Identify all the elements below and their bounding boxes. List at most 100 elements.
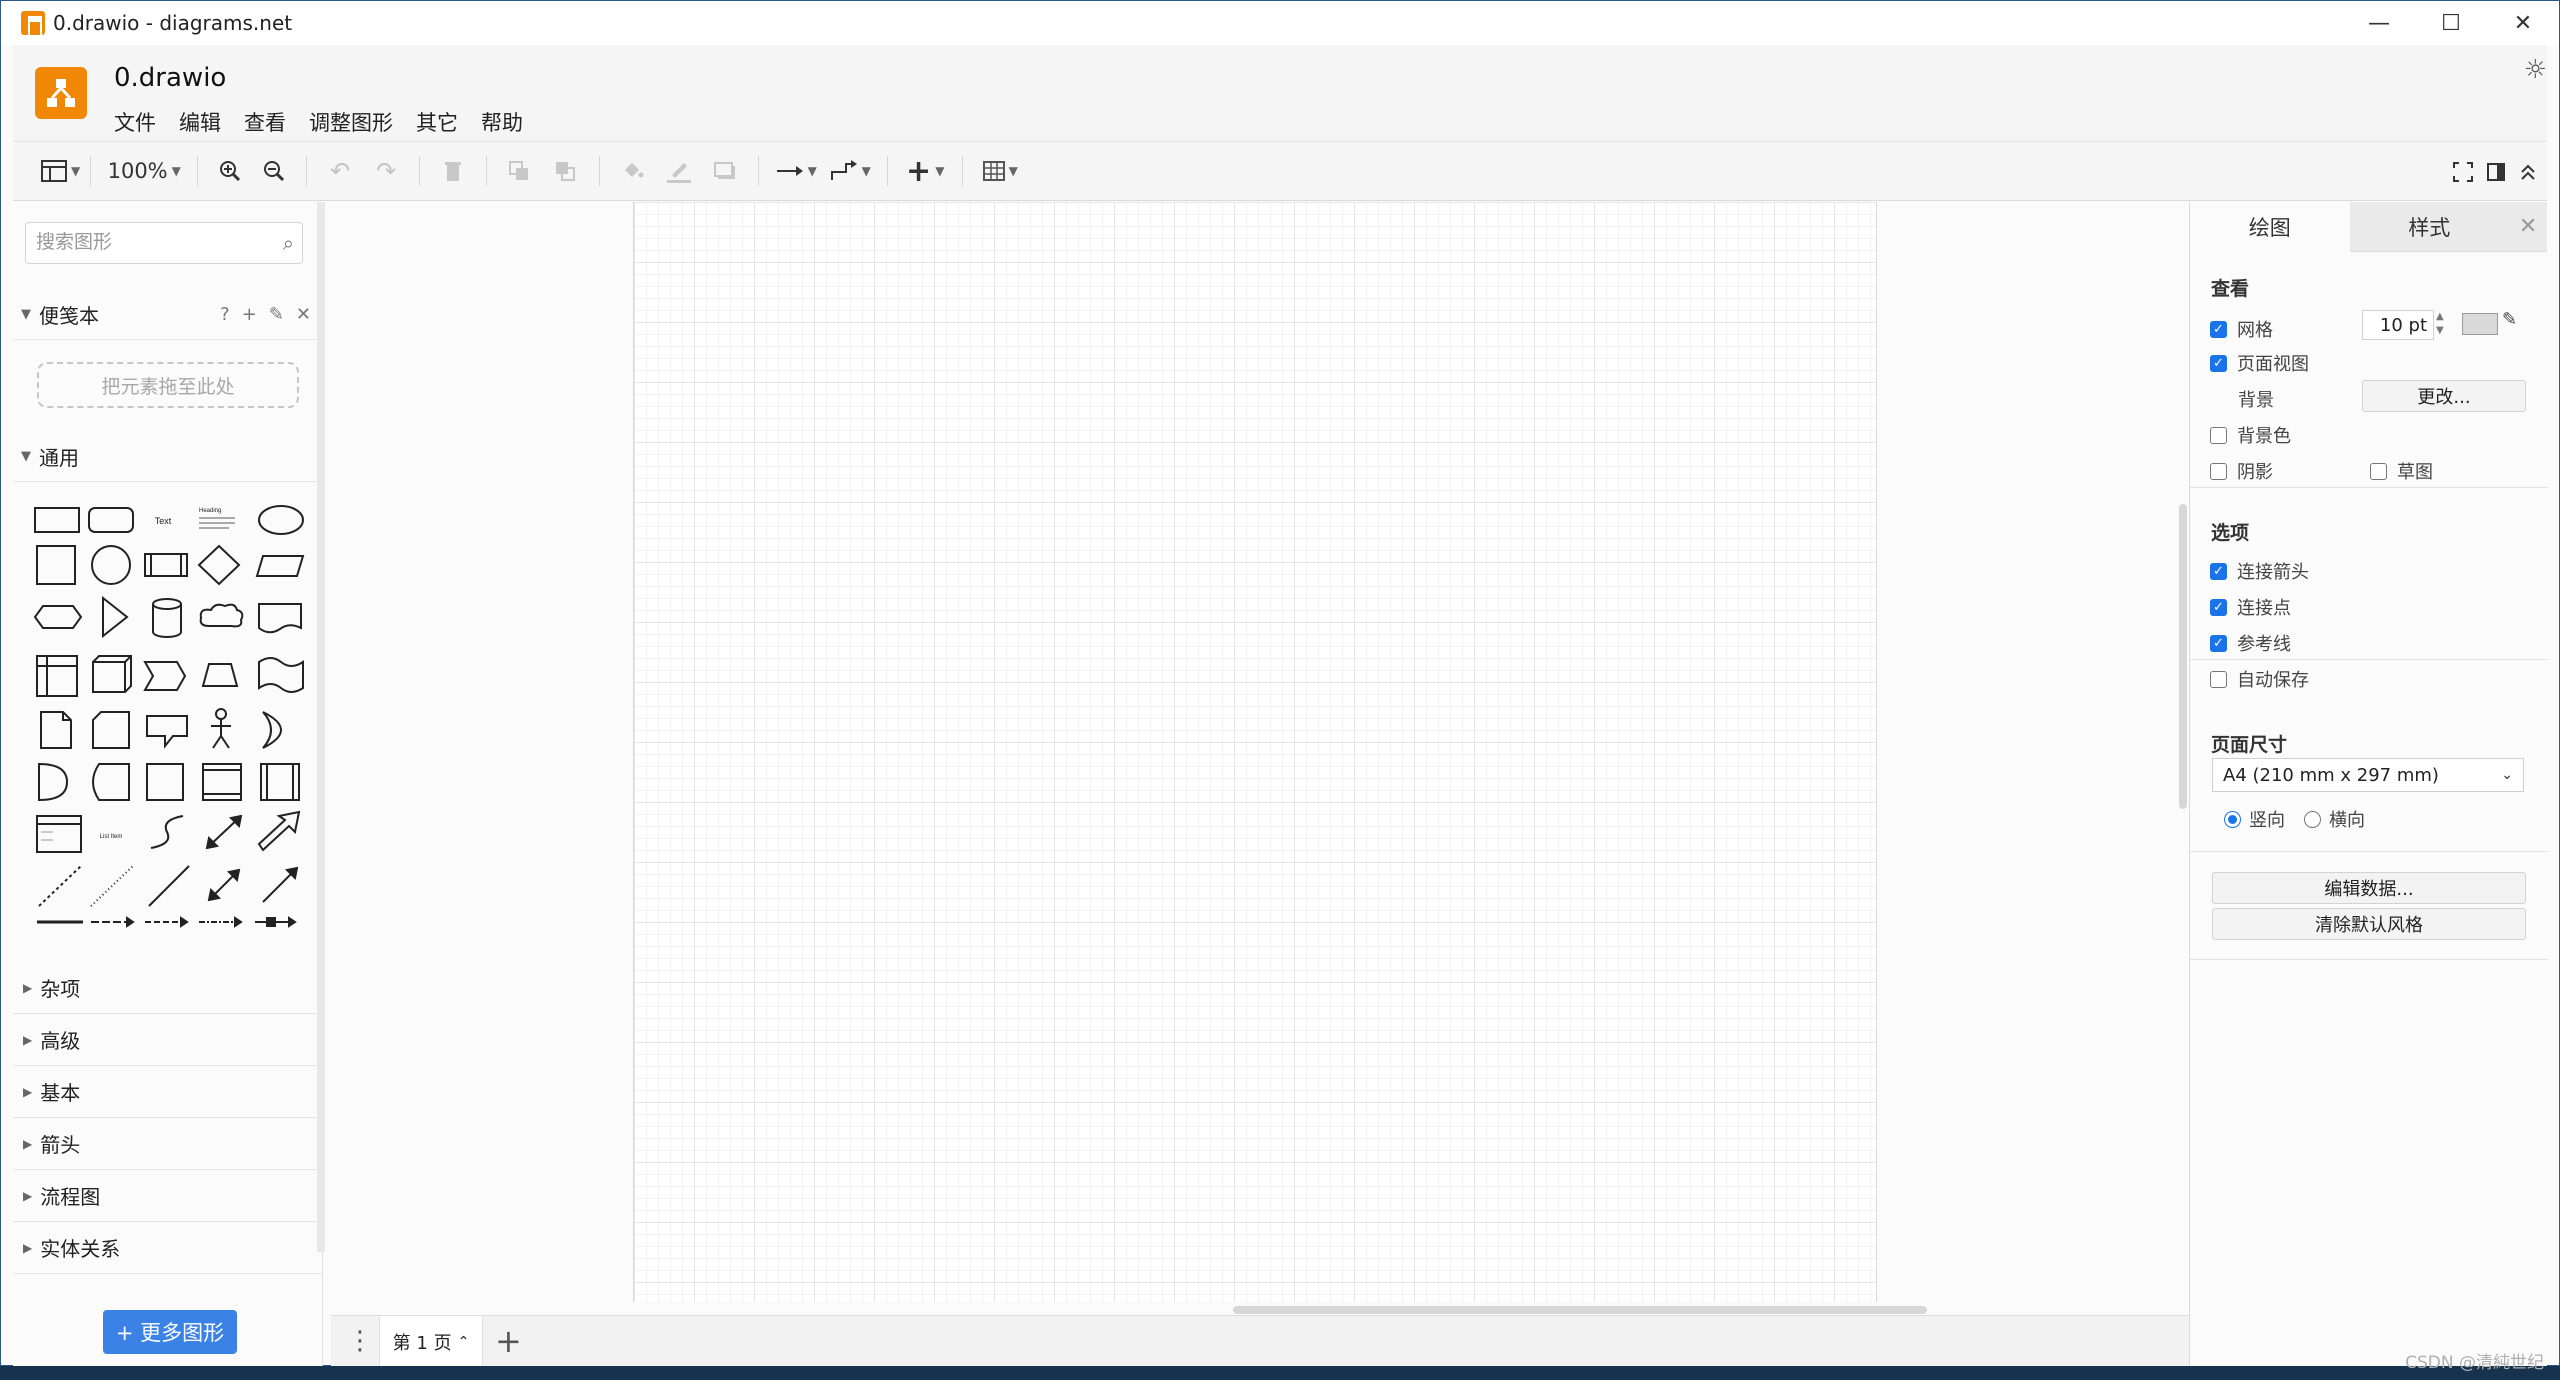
- tape-shape[interactable]: [258, 657, 304, 693]
- to-front-icon[interactable]: [497, 151, 543, 191]
- clear-default-style-button[interactable]: 清除默认风格: [2212, 908, 2526, 940]
- document-name[interactable]: 0.drawio: [114, 63, 226, 93]
- more-shapes-button[interactable]: + 更多图形: [103, 1310, 237, 1354]
- autosave-checkbox[interactable]: 自动保存: [2210, 666, 2309, 692]
- waypoints-icon[interactable]: ▼: [823, 151, 877, 191]
- portrait-radio[interactable]: 竖向: [2224, 806, 2285, 832]
- canvas-vertical-scrollbar[interactable]: [2179, 504, 2187, 809]
- shadow-icon[interactable]: [702, 151, 748, 191]
- redo-icon[interactable]: ↷: [363, 151, 409, 191]
- trapezoid-shape[interactable]: [201, 663, 239, 687]
- process-shape[interactable]: [144, 553, 188, 577]
- sidebar-layout-icon[interactable]: ▼: [41, 151, 80, 191]
- guides-checkbox[interactable]: ✓ 参考线: [2210, 630, 2291, 656]
- table-icon[interactable]: ▼: [973, 151, 1027, 191]
- rectangle-shape[interactable]: [34, 507, 80, 533]
- collapse-icon[interactable]: [2519, 152, 2537, 192]
- menu-file[interactable]: 文件: [114, 107, 156, 137]
- rectangle-container-shape[interactable]: [146, 763, 184, 801]
- dash-dot-link-shape[interactable]: [199, 916, 243, 928]
- internal-storage-shape[interactable]: [36, 655, 78, 697]
- page-tab-caret-icon[interactable]: ⌃: [458, 1334, 470, 1350]
- diamond-shape[interactable]: [197, 544, 241, 586]
- labeled-link-shape[interactable]: [255, 916, 297, 928]
- delete-icon[interactable]: [430, 151, 476, 191]
- shape-search-box[interactable]: ⌕: [25, 222, 303, 264]
- menu-edit[interactable]: 编辑: [179, 107, 221, 137]
- undo-icon[interactable]: ↶: [317, 151, 363, 191]
- cube-shape[interactable]: [92, 655, 132, 693]
- sidebar-scrollbar[interactable]: [317, 202, 325, 1252]
- dotted-line-shape[interactable]: [90, 865, 134, 907]
- fullscreen-icon[interactable]: [2453, 152, 2473, 192]
- list-shape[interactable]: [36, 815, 82, 853]
- minimize-button[interactable]: —: [2343, 1, 2415, 45]
- grid-checkbox[interactable]: ✓ 网格: [2210, 316, 2273, 342]
- parallelogram-shape[interactable]: [255, 555, 305, 577]
- line-shape[interactable]: [148, 865, 190, 907]
- shape-search-input[interactable]: [26, 223, 256, 263]
- connection-icon[interactable]: ▼: [769, 151, 823, 191]
- arrows-section-header[interactable]: ▶ 箭头: [13, 1118, 323, 1170]
- basic-section-header[interactable]: ▶ 基本: [13, 1066, 323, 1118]
- zoom-level-select[interactable]: 100% ▼: [101, 151, 187, 191]
- menu-arrange[interactable]: 调整图形: [309, 107, 393, 137]
- misc-section-header[interactable]: ▶ 杂项: [13, 962, 323, 1014]
- vertical-frame-shape[interactable]: [260, 763, 300, 801]
- sun-icon[interactable]: ☼: [2524, 55, 2547, 85]
- scratchpad-help-icon[interactable]: ?: [220, 304, 230, 325]
- actor-shape[interactable]: [211, 708, 231, 749]
- dashed-line-shape[interactable]: [38, 865, 82, 907]
- connection-points-checkbox[interactable]: ✓ 连接点: [2210, 594, 2291, 620]
- grid-size-stepper[interactable]: ▲ ▼: [2436, 310, 2444, 338]
- sketch-checkbox[interactable]: 草图: [2370, 458, 2433, 484]
- directional-connector-shape[interactable]: [262, 866, 299, 903]
- step-shape[interactable]: [143, 661, 187, 691]
- cloud-shape[interactable]: [199, 603, 244, 628]
- hexagon-shape[interactable]: [33, 605, 83, 629]
- to-back-icon[interactable]: [543, 151, 589, 191]
- pages-menu-icon[interactable]: ⋮: [347, 1326, 373, 1356]
- data-storage-shape[interactable]: [92, 763, 130, 801]
- document-shape[interactable]: [258, 603, 302, 634]
- zoom-out-icon[interactable]: [252, 151, 296, 191]
- delay-shape[interactable]: [38, 762, 69, 802]
- background-color-checkbox[interactable]: 背景色: [2210, 422, 2291, 448]
- scratchpad-close-icon[interactable]: ✕: [296, 304, 311, 325]
- scratchpad-header[interactable]: ▼ 便笺本 ? + ✎ ✕: [13, 290, 323, 340]
- dashed-arrow-link-shape[interactable]: [145, 916, 189, 928]
- canvas-horizontal-scrollbar[interactable]: [1233, 1306, 1927, 1314]
- format-panel-icon[interactable]: [2487, 152, 2505, 192]
- bidirectional-connector-shape[interactable]: [207, 868, 241, 902]
- diagram-canvas[interactable]: [331, 202, 2189, 1315]
- heading-textbox-shape[interactable]: Heading: [199, 508, 235, 529]
- shadow-checkbox[interactable]: 阴影: [2210, 458, 2273, 484]
- tab-diagram[interactable]: 绘图: [2190, 202, 2350, 252]
- bidirectional-arrow-shape[interactable]: [205, 814, 243, 850]
- page-tab-1[interactable]: 第 1 页 ⌃: [379, 1316, 483, 1368]
- add-page-icon[interactable]: +: [495, 1322, 522, 1360]
- menu-extras[interactable]: 其它: [416, 107, 458, 137]
- edit-grid-color-icon[interactable]: ✎: [2502, 309, 2517, 330]
- or-shape[interactable]: [262, 711, 282, 749]
- scratchpad-edit-icon[interactable]: ✎: [269, 304, 284, 325]
- block-arrow-shape[interactable]: [257, 810, 301, 852]
- search-icon[interactable]: ⌕: [283, 231, 294, 255]
- note-shape[interactable]: [40, 711, 72, 749]
- insert-plus-icon[interactable]: + ▼: [898, 151, 952, 191]
- scratchpad-add-icon[interactable]: +: [242, 304, 257, 325]
- callout-shape[interactable]: [146, 715, 188, 749]
- square-shape[interactable]: [36, 545, 76, 585]
- cylinder-shape[interactable]: [152, 598, 182, 638]
- menu-view[interactable]: 查看: [244, 107, 286, 137]
- advanced-section-header[interactable]: ▶ 高级: [13, 1014, 323, 1066]
- maximize-button[interactable]: ☐: [2415, 1, 2487, 45]
- scratchpad-drop-zone[interactable]: 把元素拖至此处: [37, 362, 299, 408]
- rounded-rectangle-shape[interactable]: [88, 507, 134, 533]
- zoom-in-icon[interactable]: [208, 151, 252, 191]
- general-section-header[interactable]: ▼ 通用: [13, 432, 323, 482]
- grid-size-input[interactable]: 10 pt: [2362, 310, 2434, 340]
- page-size-select[interactable]: A4 (210 mm x 297 mm) ⌄: [2212, 758, 2524, 792]
- canvas-page-grid[interactable]: [633, 202, 1877, 1302]
- text-shape[interactable]: Text: [155, 516, 172, 526]
